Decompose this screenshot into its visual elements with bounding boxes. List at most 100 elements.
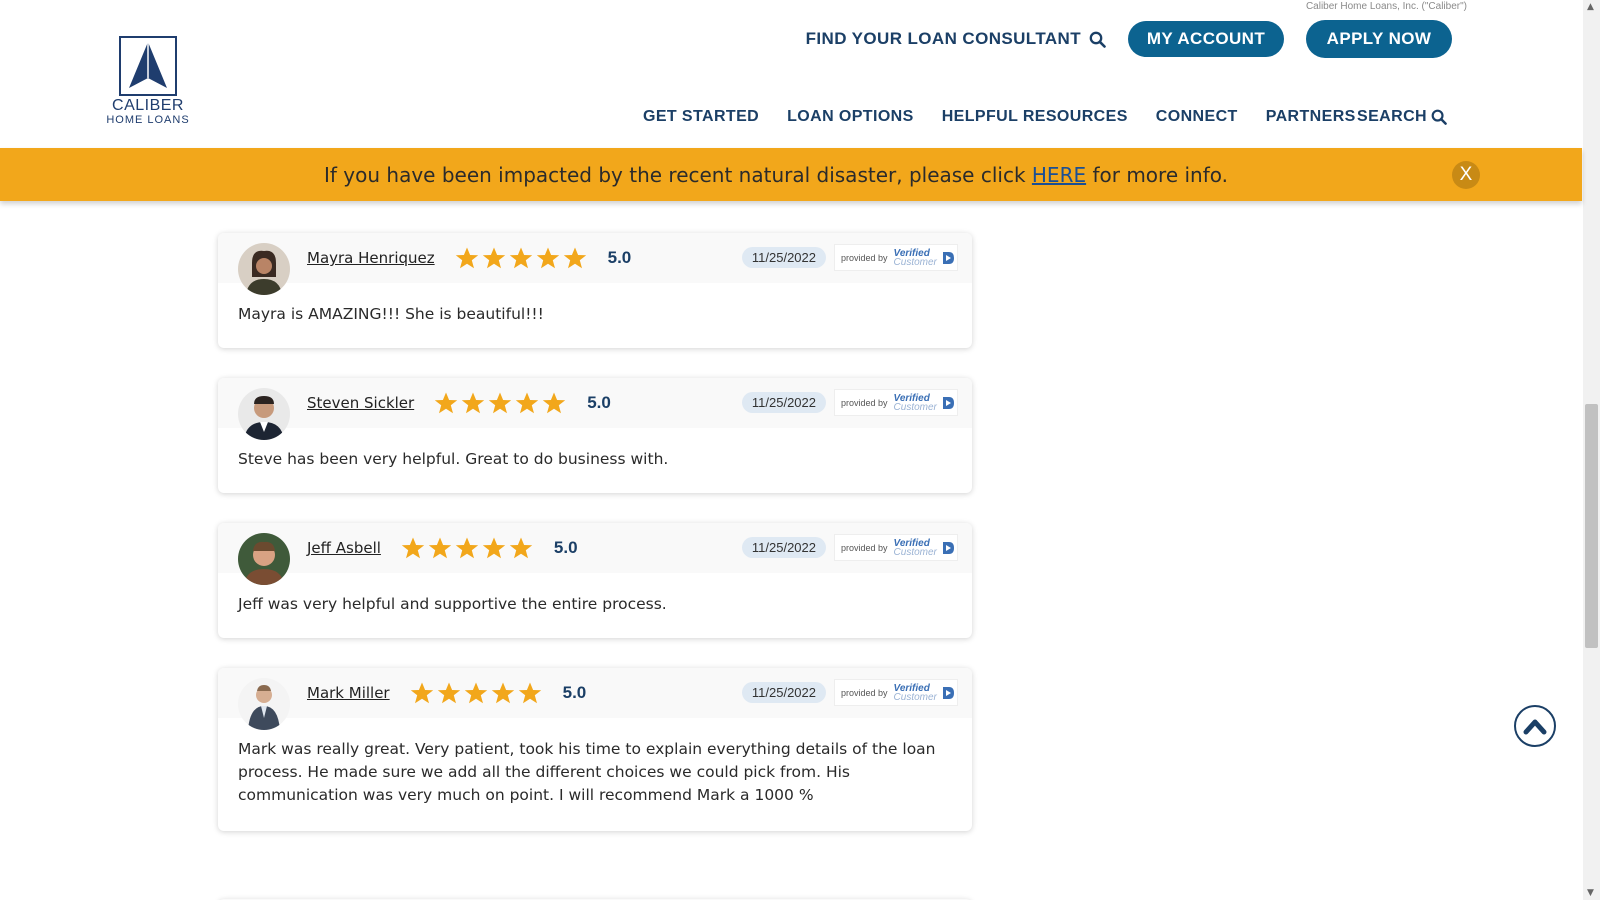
apply-now-button[interactable]: APPLY NOW xyxy=(1306,20,1452,58)
provided-by-label: provided by xyxy=(841,687,888,698)
star-icon xyxy=(509,537,533,558)
avatar xyxy=(238,388,290,440)
review-header: Mayra Henriquez 5.0 11/25/2022 provided … xyxy=(218,233,972,295)
review-date: 11/25/2022 xyxy=(741,537,826,558)
review-text: Steve has been very helpful. Great to do… xyxy=(238,450,669,468)
caliber-logo[interactable]: CALIBER HOME LOANS xyxy=(100,36,196,126)
search-icon xyxy=(1089,31,1106,48)
reviewer-name-link[interactable]: Mark Miller xyxy=(307,684,390,702)
star-rating xyxy=(455,247,590,270)
rating-value: 5.0 xyxy=(553,538,578,557)
verified-customer-logo: Verified Customer xyxy=(893,538,937,558)
review-header: Mark Miller 5.0 11/25/2022 provided by V… xyxy=(218,668,972,730)
nav-partners[interactable]: PARTNERS xyxy=(1266,108,1356,126)
star-icon xyxy=(516,392,539,413)
star-icon xyxy=(482,247,505,268)
back-to-top-button[interactable] xyxy=(1514,705,1556,747)
provided-by-label: provided by xyxy=(841,542,888,553)
nav-helpful-resources[interactable]: HELPFUL RESOURCES xyxy=(942,108,1128,126)
star-icon xyxy=(435,392,458,413)
banner-message: If you have been impacted by the recent … xyxy=(324,163,1228,187)
rating-value: 5.0 xyxy=(607,248,632,267)
review-date: 11/25/2022 xyxy=(741,392,826,413)
nav-search-label: SEARCH xyxy=(1357,108,1427,125)
find-loan-consultant-link[interactable]: FIND YOUR LOAN CONSULTANT xyxy=(806,29,1106,49)
utility-nav: FIND YOUR LOAN CONSULTANT MY ACCOUNT APP… xyxy=(806,20,1452,58)
verified-customer-icon xyxy=(942,541,954,554)
star-icon xyxy=(464,682,487,703)
banner-text-before: If you have been impacted by the recent … xyxy=(323,162,1032,187)
legal-entity-text: Caliber Home Loans, Inc. ("Caliber") xyxy=(1305,1,1467,12)
avatar xyxy=(238,243,290,295)
logo-mark-icon xyxy=(119,36,177,96)
scroll-down-arrow-icon[interactable]: ▼ xyxy=(1587,888,1594,898)
verified-customer-logo: Verified Customer xyxy=(893,248,937,268)
star-rating xyxy=(401,537,536,560)
banner-close-button[interactable]: X xyxy=(1452,161,1480,189)
reviewer-name-link[interactable]: Steven Sickler xyxy=(307,394,414,412)
provided-by-label: provided by xyxy=(841,397,888,408)
star-icon xyxy=(536,247,559,268)
star-icon xyxy=(462,392,485,413)
nav-connect[interactable]: CONNECT xyxy=(1156,108,1238,126)
star-rating xyxy=(434,392,569,415)
reviewer-name-link[interactable]: Jeff Asbell xyxy=(307,539,381,557)
star-icon xyxy=(563,247,586,268)
star-icon xyxy=(410,682,433,703)
banner-here-link[interactable]: HERE xyxy=(1032,163,1086,187)
my-account-button[interactable]: MY ACCOUNT xyxy=(1128,21,1284,57)
verified-customer-badge: provided by Verified Customer xyxy=(834,534,958,561)
avatar xyxy=(238,533,290,585)
review-date: 11/25/2022 xyxy=(741,247,826,268)
verified-customer-icon xyxy=(942,251,954,264)
star-rating xyxy=(410,682,545,705)
chevron-up-icon xyxy=(1523,719,1547,735)
star-icon xyxy=(491,682,514,703)
customer-label: Customer xyxy=(893,256,937,268)
reviewer-name-link[interactable]: Mayra Henriquez xyxy=(307,249,435,267)
star-icon xyxy=(482,537,506,558)
provided-by-label: provided by xyxy=(841,252,888,263)
disaster-alert-banner: If you have been impacted by the recent … xyxy=(0,148,1582,201)
scrollbar-thumb[interactable] xyxy=(1585,404,1598,648)
review-date: 11/25/2022 xyxy=(741,682,826,703)
find-loan-consultant-label: FIND YOUR LOAN CONSULTANT xyxy=(805,29,1081,48)
review-text: Mark was really great. Very patient, too… xyxy=(238,740,936,804)
rating-value: 5.0 xyxy=(562,683,587,702)
review-text: Mayra is AMAZING!!! She is beautiful!!! xyxy=(238,305,544,323)
star-icon xyxy=(489,392,512,413)
verified-customer-badge: provided by Verified Customer xyxy=(834,244,958,271)
star-icon xyxy=(428,537,452,558)
customer-label: Customer xyxy=(893,691,937,703)
verified-customer-icon xyxy=(942,686,954,699)
verified-customer-badge: provided by Verified Customer xyxy=(834,389,958,416)
page-scrollbar[interactable]: ▲ ▼ xyxy=(1583,0,1600,900)
review-header: Steven Sickler 5.0 11/25/2022 provided b… xyxy=(218,378,972,440)
page: Caliber Home Loans, Inc. ("Caliber") CAL… xyxy=(0,0,1600,900)
nav-search-link[interactable]: SEARCH xyxy=(1357,108,1447,126)
nav-loan-options[interactable]: LOAN OPTIONS xyxy=(787,108,914,126)
banner-text-after: for more info. xyxy=(1086,162,1229,187)
star-icon xyxy=(543,392,566,413)
verified-customer-logo: Verified Customer xyxy=(893,683,937,703)
star-icon xyxy=(455,247,478,268)
logo-text-home-loans: HOME LOANS xyxy=(106,114,190,126)
verified-customer-logo: Verified Customer xyxy=(893,393,937,413)
review-text: Jeff was very helpful and supportive the… xyxy=(238,595,667,613)
review-header: Jeff Asbell 5.0 11/25/2022 provided by V… xyxy=(218,523,972,585)
reviews-list: Mayra Henriquez 5.0 11/25/2022 provided … xyxy=(218,233,972,861)
star-icon xyxy=(455,537,479,558)
customer-label: Customer xyxy=(893,401,937,413)
review-card: Mark Miller 5.0 11/25/2022 provided by V… xyxy=(218,668,972,831)
site-header: Caliber Home Loans, Inc. ("Caliber") CAL… xyxy=(0,0,1582,148)
main-nav: GET STARTED LOAN OPTIONS HELPFUL RESOURC… xyxy=(643,108,1384,126)
scroll-up-arrow-icon[interactable]: ▲ xyxy=(1587,2,1594,12)
star-icon xyxy=(437,682,460,703)
star-icon xyxy=(509,247,532,268)
review-card: Mayra Henriquez 5.0 11/25/2022 provided … xyxy=(218,233,972,348)
star-icon xyxy=(401,537,425,558)
customer-label: Customer xyxy=(893,546,937,558)
nav-get-started[interactable]: GET STARTED xyxy=(643,108,759,126)
rating-value: 5.0 xyxy=(587,393,611,412)
verified-customer-badge: provided by Verified Customer xyxy=(834,679,958,706)
